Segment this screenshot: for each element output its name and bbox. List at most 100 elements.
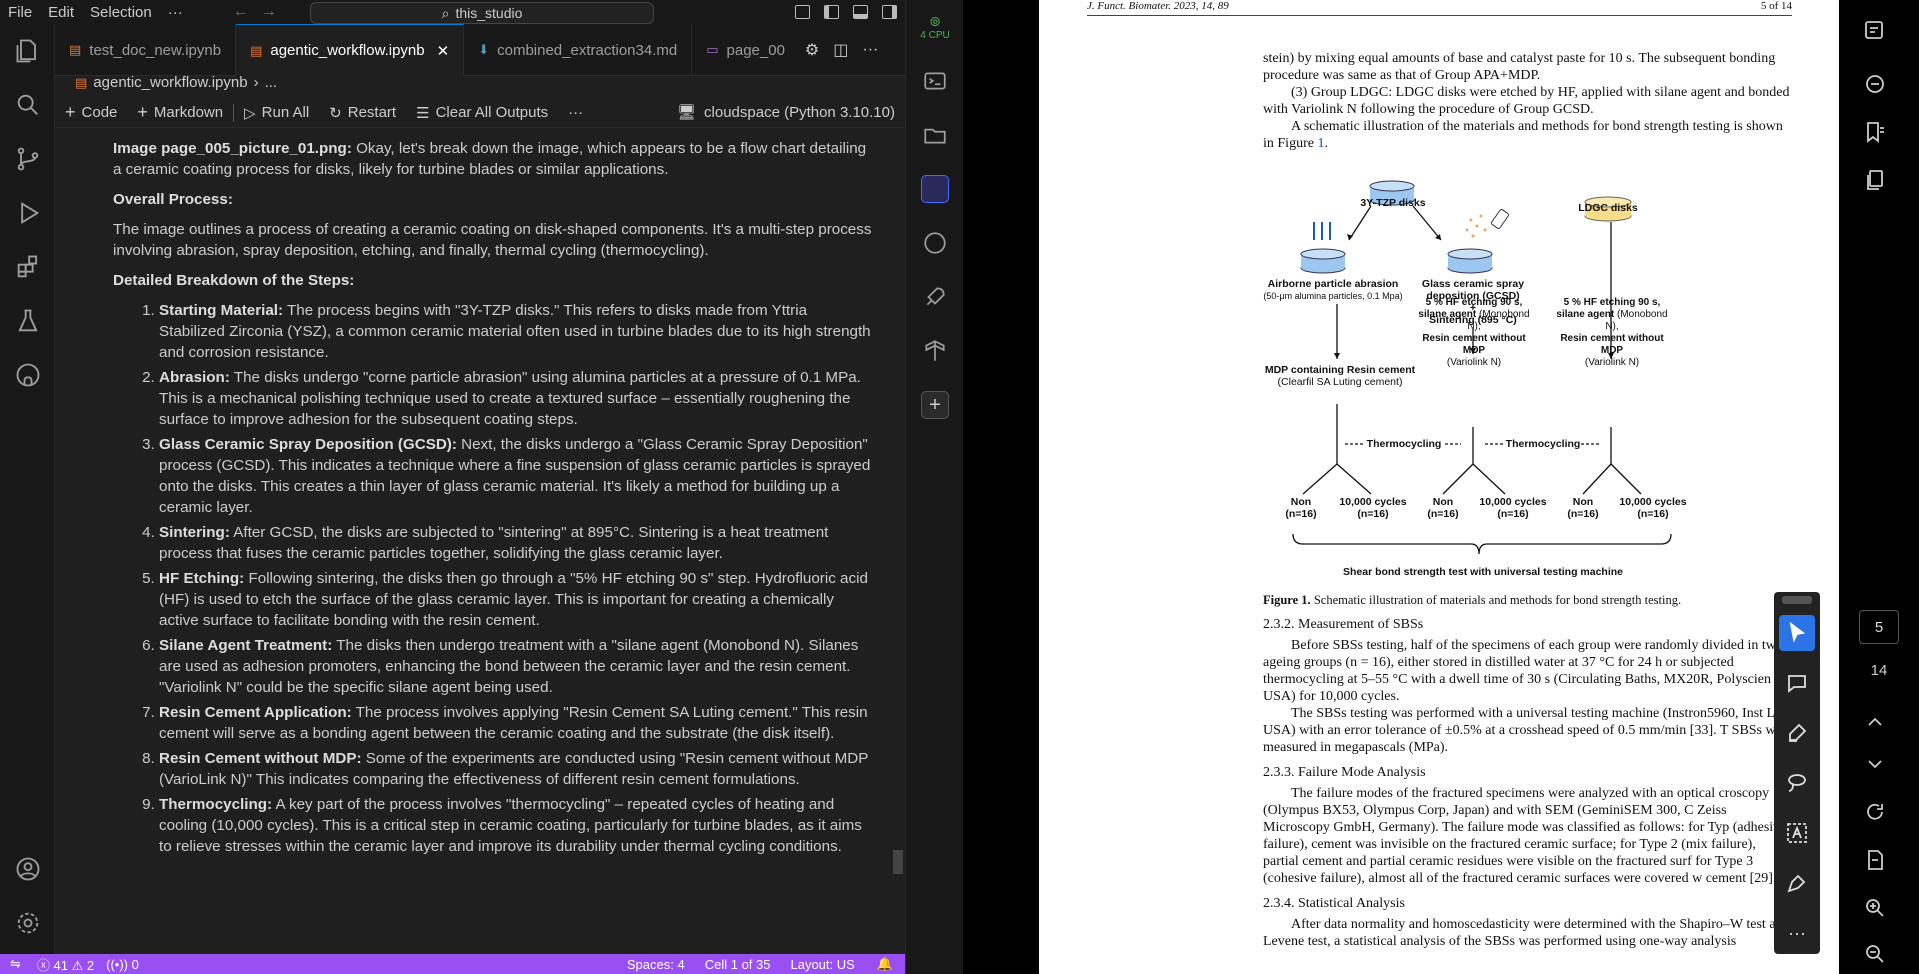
pen-icon[interactable] bbox=[1774, 858, 1820, 908]
drag-handle[interactable] bbox=[1782, 596, 1812, 604]
cpu-indicator[interactable]: ⊚ 4 CPU bbox=[906, 0, 964, 54]
search-icon[interactable] bbox=[0, 78, 55, 132]
chevron-down-icon[interactable] bbox=[1859, 748, 1891, 780]
paragraph: stein) by mixing equal amounts of base a… bbox=[1263, 51, 1776, 83]
back-arrow-icon[interactable]: ← bbox=[233, 3, 249, 21]
label-mdp-cement: MDP containing Resin cement (Clearfil SA … bbox=[1255, 308, 1425, 388]
menu-more[interactable]: ··· bbox=[160, 4, 191, 21]
comment-icon[interactable] bbox=[1774, 658, 1820, 708]
breadcrumb-file[interactable]: agentic_workflow.ipynb bbox=[93, 74, 247, 91]
lasso-icon[interactable] bbox=[1774, 758, 1820, 808]
more-icon[interactable]: ··· bbox=[1774, 908, 1820, 958]
notebook-toolbar: + Code + Markdown ▷ Run All ↻ Restart ☰ Clear… bbox=[55, 98, 905, 128]
clear-label: Clear All Outputs bbox=[435, 104, 549, 121]
label-non-3: Non (n=16) bbox=[1561, 496, 1605, 520]
folder-icon[interactable] bbox=[906, 108, 964, 162]
indentation-status[interactable]: Spaces: 4 bbox=[617, 957, 695, 972]
list-item: Resin Cement without MDP: Some of the ex… bbox=[159, 748, 873, 790]
cell-status[interactable]: Cell 1 of 35 bbox=[695, 957, 781, 972]
kernel-icon: 🖥 bbox=[676, 104, 697, 121]
rotate-icon[interactable] bbox=[1859, 796, 1891, 828]
hf-line1: 5 % HF etching 90 s, bbox=[1563, 297, 1661, 308]
run-debug-icon[interactable] bbox=[0, 186, 55, 240]
list-item: Glass Ceramic Spray Deposition (GCSD): N… bbox=[159, 434, 873, 518]
zoom-in-icon[interactable] bbox=[1859, 892, 1891, 924]
tensorflow-icon[interactable] bbox=[906, 324, 964, 378]
split-editor-icon[interactable]: ◫ bbox=[833, 40, 848, 60]
source-control-icon[interactable] bbox=[0, 132, 55, 186]
more-actions-icon[interactable]: ··· bbox=[862, 41, 878, 59]
pdf-text-block: stein) by mixing equal amounts of base a… bbox=[1263, 50, 1793, 152]
add-code-button[interactable]: + Code bbox=[55, 102, 127, 123]
editor-tabs: ▤ test_doc_new.ipynb ▤ agentic_workflow.ip… bbox=[55, 24, 905, 76]
tab-page[interactable]: ▭ page_00 bbox=[692, 24, 799, 76]
figure-1: 3Y-TZP disks LDGC disks Airborne particl… bbox=[1263, 164, 1803, 584]
jupyter-icon[interactable] bbox=[906, 216, 964, 270]
clear-outputs-button[interactable]: ☰ Clear All Outputs bbox=[406, 104, 558, 122]
extensions-icon[interactable] bbox=[0, 240, 55, 294]
command-center-search[interactable]: ⌕ this_studio bbox=[310, 2, 654, 24]
highlighter-icon[interactable] bbox=[1774, 708, 1820, 758]
gear-icon[interactable]: ⚙ bbox=[805, 40, 819, 60]
kernel-picker[interactable]: 🖥 cloudspace (Python 3.10.10) bbox=[676, 103, 895, 122]
toggle-panel-icon[interactable] bbox=[853, 5, 868, 19]
toggle-secondary-sidebar-icon[interactable] bbox=[882, 5, 897, 19]
toolbar-more-button[interactable]: ··· bbox=[558, 104, 593, 121]
menu-selection[interactable]: Selection bbox=[82, 4, 160, 21]
studio-sidebar: ⊚ 4 CPU + bbox=[905, 0, 963, 974]
scrollbar-thumb[interactable] bbox=[893, 850, 903, 874]
select-cursor-icon[interactable] bbox=[1774, 608, 1820, 658]
chip-icon: ⊚ bbox=[929, 13, 941, 29]
terminal-icon[interactable] bbox=[906, 54, 964, 108]
n-text: (n=16) bbox=[1285, 508, 1317, 520]
add-app-icon[interactable]: + bbox=[906, 378, 964, 432]
step-title: HF Etching: bbox=[159, 570, 245, 587]
command-center-label: this_studio bbox=[455, 5, 523, 21]
menu-file[interactable]: File bbox=[0, 4, 40, 21]
step-title: Glass Ceramic Spray Deposition (GCSD): bbox=[159, 436, 457, 453]
pages-icon[interactable] bbox=[1859, 164, 1891, 196]
tab-combined-extraction[interactable]: ⬇ combined_extraction34.md bbox=[464, 24, 693, 76]
page-input[interactable]: 5 bbox=[1859, 610, 1899, 644]
page-number: 5 of 14 bbox=[1760, 0, 1792, 12]
breadcrumb-rest[interactable]: ... bbox=[265, 74, 278, 91]
tab-test-doc[interactable]: ▤ test_doc_new.ipynb bbox=[55, 24, 237, 76]
testing-icon[interactable] bbox=[0, 294, 55, 348]
pdf-side-toolbar: 5 14 bbox=[1839, 0, 1919, 974]
journal-citation: J. Funct. Biomater. 2023, 14, 89 bbox=[1087, 0, 1229, 12]
add-markdown-button[interactable]: + Markdown bbox=[127, 102, 233, 123]
vscode-app-icon[interactable] bbox=[906, 162, 964, 216]
menu-edit[interactable]: Edit bbox=[40, 4, 82, 21]
rocket-icon[interactable] bbox=[906, 270, 964, 324]
settings-gear-icon[interactable] bbox=[0, 896, 55, 950]
notebook-icon: ▤ bbox=[250, 42, 263, 58]
github-icon[interactable] bbox=[0, 348, 55, 402]
bell-icon[interactable]: 🔔 bbox=[865, 956, 905, 972]
explorer-icon[interactable] bbox=[0, 24, 55, 78]
close-icon[interactable]: ✕ bbox=[437, 42, 450, 60]
account-icon[interactable] bbox=[0, 842, 55, 896]
n-text: (n=16) bbox=[1357, 508, 1389, 520]
restart-button[interactable]: ↻ Restart bbox=[319, 104, 406, 122]
ports-indicator[interactable]: ((•)) 0 bbox=[100, 957, 145, 972]
forward-arrow-icon[interactable]: → bbox=[261, 3, 277, 21]
zoom-out-icon[interactable] bbox=[1859, 938, 1891, 970]
problems-indicator[interactable]: ⓧ 41 ⚠ 2 bbox=[31, 955, 100, 974]
text-box-icon[interactable] bbox=[1774, 808, 1820, 858]
keyboard-layout-status[interactable]: Layout: US bbox=[780, 957, 864, 972]
list-item: HF Etching: Following sintering, the dis… bbox=[159, 568, 873, 631]
overall-paragraph: The image outlines a process of creating… bbox=[113, 221, 872, 259]
remote-icon[interactable]: ⇋ bbox=[0, 956, 31, 972]
run-all-button[interactable]: ▷ Run All bbox=[234, 104, 319, 122]
intro-paragraph: Image page_005_picture_01.png: Okay, let… bbox=[113, 138, 873, 180]
chat-icon[interactable] bbox=[1859, 68, 1891, 100]
intro-bold: Image page_005_picture_01.png: bbox=[113, 140, 352, 157]
figure-link[interactable]: 1 bbox=[1317, 136, 1324, 151]
layout-customize-icon[interactable] bbox=[795, 5, 810, 19]
ai-assistant-icon[interactable] bbox=[1859, 14, 1891, 46]
tab-agentic-workflow[interactable]: ▤ agentic_workflow.ipynb ✕ bbox=[236, 24, 465, 76]
chevron-up-icon[interactable] bbox=[1859, 706, 1891, 738]
toggle-primary-sidebar-icon[interactable] bbox=[824, 5, 839, 19]
fit-page-icon[interactable] bbox=[1859, 844, 1891, 876]
bookmarks-icon[interactable] bbox=[1859, 116, 1891, 148]
